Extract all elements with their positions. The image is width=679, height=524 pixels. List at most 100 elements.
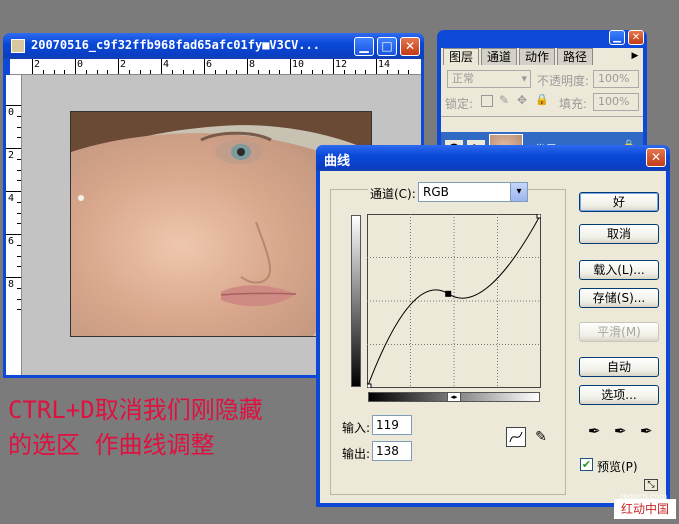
save-button[interactable]: 存储(S)...	[579, 288, 659, 308]
expand-dialog-icon[interactable]: ⤡	[644, 479, 658, 491]
ruler-tick	[257, 70, 259, 74]
panel-menu-arrow-icon[interactable]: ▶	[629, 50, 641, 62]
ruler-tick	[17, 287, 21, 289]
tutorial-caption-line2: 的选区 作曲线调整	[8, 431, 215, 459]
lock-all-icon[interactable]: 🔒	[535, 93, 549, 106]
options-button[interactable]: 选项...	[579, 385, 659, 405]
ruler-tick	[279, 70, 281, 74]
ruler-tick	[96, 70, 98, 74]
ruler-tick	[333, 59, 334, 74]
curve-endpoint-white[interactable]	[536, 214, 541, 219]
ruler-v-label: 0	[8, 107, 15, 118]
blend-mode-value: 正常	[452, 72, 474, 85]
opacity-field[interactable]: 100%	[593, 70, 639, 88]
curve-endpoint-black[interactable]	[367, 383, 372, 388]
pencil-tool-icon[interactable]: ✎	[532, 427, 550, 447]
curve-control-point[interactable]	[445, 290, 452, 297]
ruler-h-label: 10	[292, 59, 305, 70]
curve-tool-icon[interactable]	[506, 427, 526, 447]
ruler-tick	[322, 70, 324, 74]
ruler-h-label: 0	[77, 59, 84, 70]
tutorial-caption-line1: CTRL+D取消我们刚隐藏	[8, 396, 263, 424]
channel-value: RGB	[423, 185, 449, 199]
ruler-tick	[75, 59, 76, 74]
ruler-tick	[408, 70, 410, 74]
ruler-v-label: 8	[8, 279, 15, 290]
load-button[interactable]: 载入(L)...	[579, 260, 659, 280]
fill-field[interactable]: 100%	[593, 93, 639, 111]
black-eyedropper-icon[interactable]: ✒	[588, 422, 601, 440]
tab-layers[interactable]: 图层	[443, 48, 479, 65]
ruler-tick	[311, 70, 313, 74]
ruler-h-label: 14	[378, 59, 391, 70]
ruler-h-label: 6	[206, 59, 213, 70]
curve-graph[interactable]	[367, 214, 541, 388]
ruler-tick	[17, 255, 21, 257]
lock-move-icon[interactable]: ✥	[517, 93, 527, 107]
ruler-tick	[343, 70, 345, 74]
curves-title-bar[interactable]: 曲线 ✕	[316, 145, 670, 171]
preview-checkbox[interactable]: ✔	[580, 458, 593, 471]
ruler-tick	[85, 70, 87, 74]
ruler-tick	[182, 70, 184, 74]
channel-select[interactable]: RGB ▾	[418, 182, 528, 202]
document-title-bar[interactable]: 20070516_c9f32ffb968fad65afc01fy■V3CV...…	[3, 33, 424, 59]
preview-label: 预览(P)	[597, 460, 638, 474]
ruler-tick	[107, 70, 109, 74]
panel-close-button[interactable]: ✕	[628, 30, 644, 45]
gradient-toggle-icon[interactable]: ◂▸	[447, 392, 461, 402]
smooth-button[interactable]: 平滑(M)	[579, 322, 659, 342]
ruler-tick	[290, 59, 291, 74]
ruler-tick	[150, 70, 152, 74]
lock-transparency-icon[interactable]	[481, 95, 493, 107]
cancel-button[interactable]: 取消	[579, 224, 659, 244]
vertical-ruler: 0 2 4 6 8	[6, 75, 22, 375]
ruler-tick	[17, 244, 21, 246]
ruler-tick	[53, 70, 55, 74]
lock-brush-icon[interactable]: ✎	[499, 93, 509, 107]
ruler-tick	[171, 70, 173, 74]
maximize-button[interactable]: □	[377, 37, 397, 56]
fill-label: 填充:	[559, 97, 588, 111]
output-field[interactable]: 138	[372, 441, 412, 461]
auto-button[interactable]: 自动	[579, 357, 659, 377]
ruler-v-label: 4	[8, 193, 15, 204]
white-eyedropper-icon[interactable]: ✒	[640, 422, 653, 440]
watermark-brand: 红动中国	[614, 499, 676, 519]
opacity-label: 不透明度:	[537, 74, 590, 88]
horizontal-ruler: 2 0 2 4 6 8 10 12 14	[10, 59, 421, 75]
ruler-tick	[397, 70, 399, 74]
ruler-tick	[17, 169, 21, 171]
gray-eyedropper-icon[interactable]: ✒	[614, 422, 627, 440]
ruler-v-label: 6	[8, 236, 15, 247]
ruler-tick	[128, 70, 130, 74]
close-button[interactable]: ✕	[400, 37, 420, 56]
panel-minimize-button[interactable]: ▁	[609, 30, 625, 45]
layers-panel: ▁ ✕ 图层 通道 动作 路径 ▶ 正常 ▾ 不透明度: 100% 锁定: ✎ …	[437, 30, 647, 166]
ruler-tick	[365, 70, 367, 74]
ruler-tick	[193, 70, 195, 74]
ruler-tick	[236, 70, 238, 74]
panel-title-bar[interactable]: ▁ ✕	[437, 30, 647, 48]
ruler-tick	[6, 277, 21, 278]
curves-dialog: 曲线 ✕ 通道(C): RGB ▾ ◂▸ 输入: 119 输出: 138 ✎ 好…	[316, 145, 670, 507]
ok-button[interactable]: 好	[579, 192, 659, 212]
ruler-tick	[6, 234, 21, 235]
ruler-h-label: 2	[34, 59, 41, 70]
ruler-h-label: 4	[163, 59, 170, 70]
tab-paths[interactable]: 路径	[557, 48, 593, 65]
ruler-tick	[204, 59, 205, 74]
curves-close-button[interactable]: ✕	[646, 148, 666, 167]
curves-title: 曲线	[324, 154, 351, 169]
document-title: 20070516_c9f32ffb968fad65afc01fy■V3CV...	[31, 38, 320, 52]
tab-channels[interactable]: 通道	[481, 48, 517, 65]
input-field[interactable]: 119	[372, 415, 412, 435]
tab-actions[interactable]: 动作	[519, 48, 555, 65]
minimize-button[interactable]: ▁	[354, 37, 374, 56]
ruler-tick	[161, 59, 162, 74]
blend-mode-select[interactable]: 正常 ▾	[447, 70, 531, 88]
ruler-tick	[225, 70, 227, 74]
ruler-tick	[17, 266, 21, 268]
ruler-h-label: 12	[335, 59, 348, 70]
chevron-down-icon[interactable]: ▾	[510, 183, 527, 201]
